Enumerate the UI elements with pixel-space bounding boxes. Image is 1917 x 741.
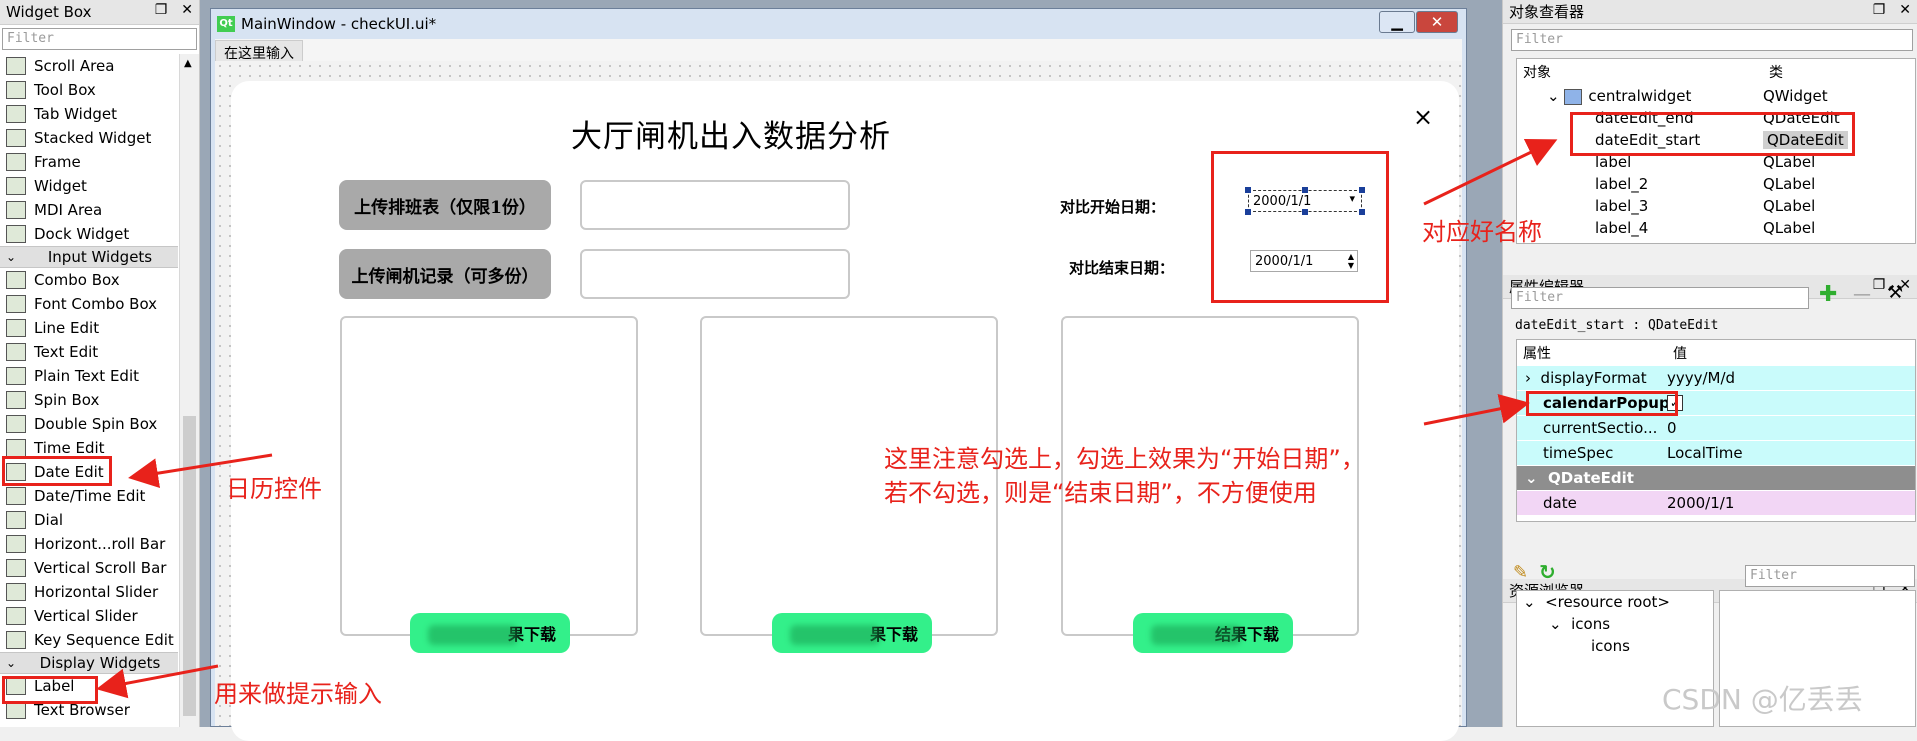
arrow-to-date-edit	[128, 453, 273, 489]
annotation-arrows	[96, 138, 1558, 699]
watermark: CSDN @亿丢丢	[1662, 683, 1863, 716]
arrow-to-calendar-popup	[1423, 393, 1530, 426]
arrow-to-names	[1423, 138, 1558, 206]
arrow-to-label	[96, 664, 219, 699]
